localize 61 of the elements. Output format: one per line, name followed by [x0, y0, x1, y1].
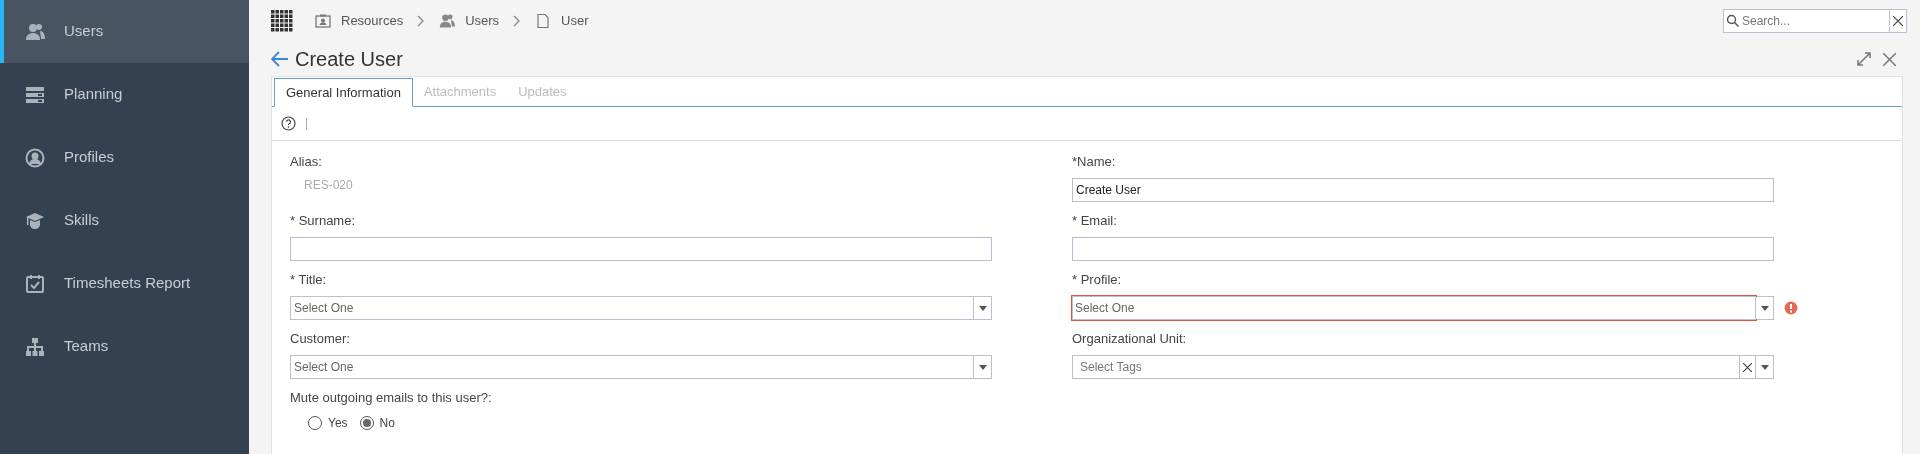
users-icon — [439, 13, 456, 29]
caret-icon — [978, 364, 987, 370]
sidebar-item[interactable]: Planning — [0, 63, 249, 126]
field-label: *Name: — [1072, 154, 1117, 170]
radio-option[interactable]: No — [359, 414, 395, 432]
sidebar-item[interactable]: Users — [0, 0, 249, 63]
tags-field[interactable]: Select Tags — [1072, 355, 1774, 379]
radio-button[interactable] — [308, 416, 322, 430]
radio-option[interactable]: Yes — [308, 414, 348, 432]
page-title: Create User — [295, 47, 403, 72]
sidebar-item[interactable]: Skills — [0, 189, 249, 252]
graduate-icon — [25, 210, 45, 231]
sidebar-item[interactable]: Teams — [0, 315, 249, 378]
search-field[interactable]: Search... — [1723, 9, 1907, 33]
radio-button[interactable] — [359, 416, 374, 430]
chevron-right-icon — [513, 15, 522, 27]
field-label: * Title: — [290, 272, 328, 288]
document-icon — [535, 13, 552, 29]
select-placeholder: Select One — [293, 300, 355, 317]
field-label: Organizational Unit: — [1072, 331, 1188, 347]
list-icon — [25, 84, 45, 105]
expand-icon[interactable] — [1857, 52, 1871, 66]
search-placeholder: Search... — [1742, 13, 1792, 30]
app-grid-icon[interactable] — [271, 10, 293, 32]
select-field[interactable]: Select One — [290, 296, 992, 320]
sidebar-item[interactable]: Timesheets Report — [0, 252, 249, 315]
help-icon[interactable] — [281, 116, 296, 131]
user-circle-icon — [25, 147, 45, 168]
caret-icon — [978, 305, 987, 311]
contact-card-icon — [315, 13, 331, 29]
breadcrumb-link[interactable]: Resources — [315, 11, 404, 31]
search-icon — [1726, 14, 1740, 28]
close-icon — [1893, 16, 1903, 26]
select-placeholder: Select One — [293, 359, 355, 376]
breadcrumb-link[interactable]: User — [535, 11, 589, 31]
back-arrow-icon[interactable] — [271, 51, 289, 67]
error-icon — [1784, 301, 1798, 315]
calendar-check-icon — [25, 273, 45, 294]
text-field[interactable]: Create User — [1072, 178, 1774, 202]
close-icon[interactable] — [1883, 52, 1896, 66]
field-label: * Profile: — [1072, 272, 1123, 288]
text-field[interactable] — [290, 237, 992, 261]
sidebar-item[interactable]: Profiles — [0, 126, 249, 189]
users-icon — [25, 21, 45, 42]
alias-value: RES-020 — [303, 178, 354, 192]
breadcrumb-link[interactable]: Users — [439, 11, 500, 31]
caret-icon — [1760, 364, 1769, 370]
caret-icon — [1760, 305, 1769, 311]
field-label: * Surname: — [290, 213, 357, 229]
tab[interactable]: General Information — [274, 78, 413, 107]
field-label: Mute outgoing emails to this user?: — [290, 390, 493, 406]
chevron-right-icon — [417, 15, 426, 27]
text-field[interactable] — [1072, 237, 1774, 261]
field-label: Alias: — [290, 154, 323, 170]
close-icon — [1743, 362, 1752, 372]
field-label: * Email: — [1072, 213, 1118, 229]
select-field[interactable]: Select One — [290, 355, 992, 379]
tags-placeholder: Select Tags — [1079, 359, 1143, 376]
hierarchy-icon — [25, 336, 45, 357]
field-label: Customer: — [290, 331, 351, 347]
clear-search-button[interactable] — [1889, 10, 1906, 32]
